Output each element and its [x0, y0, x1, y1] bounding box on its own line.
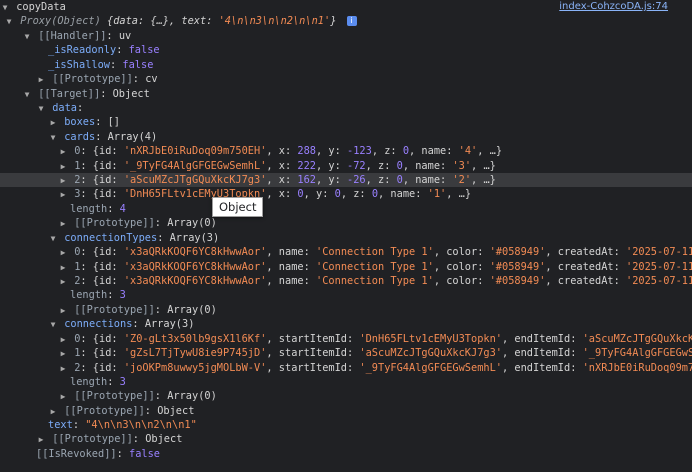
collapse-arrow-icon[interactable]: ▼	[48, 131, 58, 144]
readonly-row: _isReadonly: false	[48, 44, 160, 56]
connection-entry[interactable]: ▶ 0: {id: 'Z0-gLt3x50lb9gsX1l6Kf', start…	[0, 332, 692, 346]
collapse-arrow-icon[interactable]: ▼	[36, 102, 46, 115]
card-entry-highlighted[interactable]: ▶ 2: {id: 'aScuMZcJTgGQuXkcKJ7g3', x: 16…	[0, 173, 692, 188]
cards-value: Array(4)	[107, 131, 158, 143]
console-panel: ▼ copyData index-CohzcoDA.js:74 ▼ Proxy(…	[0, 0, 692, 472]
expand-arrow-icon[interactable]: ▶	[58, 347, 68, 360]
text-row: text: "4\n\n3\n\n2\n\n1"	[48, 419, 197, 431]
proxy-summary-end: }	[330, 15, 337, 27]
prototype-key: [[Prototype]]	[52, 73, 133, 85]
collapse-arrow-icon[interactable]: ▼	[0, 1, 10, 14]
handler-prototype-row[interactable]: ▶ [[Prototype]]: cv	[0, 72, 692, 86]
target-value: Object	[112, 88, 150, 100]
connections-length-row: length: 3	[70, 376, 126, 388]
boxes-row[interactable]: ▶ boxes: []	[0, 115, 692, 129]
expand-arrow-icon[interactable]: ▶	[58, 333, 68, 346]
connection-entry[interactable]: ▶ 1: {id: 'gZsL7TjTywU8ie9P745jD', start…	[0, 346, 692, 360]
prototype-value: cv	[145, 73, 158, 85]
expand-arrow-icon[interactable]: ▶	[36, 433, 46, 446]
handler-row[interactable]: ▼ [[Handler]]: uv	[0, 29, 692, 43]
cards-row[interactable]: ▼ cards: Array(4)	[0, 130, 692, 144]
boxes-key: boxes	[64, 116, 96, 128]
readonly-value: false	[128, 44, 160, 56]
data-row[interactable]: ▼ data:	[0, 101, 692, 115]
proxy-type: Proxy(Object)	[20, 15, 107, 27]
collapse-arrow-icon[interactable]: ▼	[48, 318, 58, 331]
cards-prototype-row[interactable]: ▶ [[Prototype]]: Array(0)	[0, 216, 692, 230]
target-row[interactable]: ▼ [[Target]]: Object	[0, 87, 692, 101]
expand-arrow-icon[interactable]: ▶	[48, 405, 58, 418]
collapse-arrow-icon[interactable]: ▼	[48, 232, 58, 245]
cards-length-row: length: 4	[70, 203, 126, 215]
expand-arrow-icon[interactable]: ▶	[58, 160, 68, 173]
expand-arrow-icon[interactable]: ▶	[48, 116, 58, 129]
readonly-key: _isReadonly	[48, 44, 117, 56]
expand-arrow-icon[interactable]: ▶	[58, 304, 68, 317]
connection-types-row[interactable]: ▼ connectionTypes: Array(3)	[0, 231, 692, 245]
expand-arrow-icon[interactable]: ▶	[58, 145, 68, 158]
shallow-key: _isShallow	[48, 59, 110, 71]
log-label: copyData	[16, 1, 66, 13]
boxes-value: []	[107, 116, 121, 128]
collapse-arrow-icon[interactable]: ▼	[22, 30, 32, 43]
expand-arrow-icon[interactable]: ▶	[36, 73, 46, 86]
card-entry[interactable]: ▶ 0: {id: 'nXRJbE0iRuDoq09m750EH', x: 28…	[0, 144, 692, 158]
source-link[interactable]: index-CohzcoDA.js:74	[559, 0, 668, 14]
connection-types-prototype-row[interactable]: ▶ [[Prototype]]: Array(0)	[0, 303, 692, 317]
handler-key: [[Handler]]	[38, 30, 107, 42]
data-key: data	[52, 102, 78, 114]
expand-arrow-icon[interactable]: ▶	[58, 362, 68, 375]
data-prototype-row[interactable]: ▶ [[Prototype]]: Object	[0, 404, 692, 418]
shallow-row: _isShallow: false	[48, 59, 154, 71]
collapse-arrow-icon[interactable]: ▼	[22, 88, 32, 101]
expand-arrow-icon[interactable]: ▶	[58, 275, 68, 288]
proxy-summary: {data: {…}, text:	[107, 15, 219, 27]
card-entry[interactable]: ▶ 3: {id: 'DnH65FLtv1cEMyU3Topkn', x: 0,…	[0, 187, 692, 201]
connection-type-entry[interactable]: ▶ 2: {id: 'x3aQRkKOQF6YC8kHwwAor', name:…	[0, 274, 692, 288]
handler-value: uv	[118, 30, 132, 42]
info-icon[interactable]: i	[346, 16, 357, 26]
connections-prototype-row[interactable]: ▶ [[Prototype]]: Array(0)	[0, 389, 692, 403]
expand-arrow-icon[interactable]: ▶	[58, 188, 68, 201]
proxy-summary-text: '4\n\n3\n\n2\n\n1'	[218, 15, 331, 27]
connection-entry[interactable]: ▶ 2: {id: 'joOKPm8uwwy5jgMOLbW-V', start…	[0, 361, 692, 375]
expand-arrow-icon[interactable]: ▶	[58, 246, 68, 259]
is-revoked-row: [[IsRevoked]]: false	[36, 448, 160, 460]
connections-row[interactable]: ▼ connections: Array(3)	[0, 317, 692, 331]
expand-arrow-icon[interactable]: ▶	[58, 174, 68, 187]
proxy-summary-row[interactable]: ▼ Proxy(Object) {data: {…}, text: '4\n\n…	[0, 14, 692, 28]
expand-arrow-icon[interactable]: ▶	[58, 261, 68, 274]
connection-type-entry[interactable]: ▶ 0: {id: 'x3aQRkKOQF6YC8kHwwAor', name:…	[0, 245, 692, 259]
expand-arrow-icon[interactable]: ▶	[58, 217, 68, 230]
connection-types-length-row: length: 3	[70, 289, 126, 301]
cards-key: cards	[64, 131, 96, 143]
target-prototype-row[interactable]: ▶ [[Prototype]]: Object	[0, 432, 692, 446]
expand-arrow-icon[interactable]: ▶	[58, 390, 68, 403]
card-entry[interactable]: ▶ 1: {id: '_9TyFG4AlgGFGEGwSemhL', x: 22…	[0, 159, 692, 173]
connection-type-entry[interactable]: ▶ 1: {id: 'x3aQRkKOQF6YC8kHwwAor', name:…	[0, 260, 692, 274]
collapse-arrow-icon[interactable]: ▼	[4, 15, 14, 28]
hover-tooltip: Object	[212, 197, 264, 217]
target-key: [[Target]]	[38, 88, 101, 100]
shallow-value: false	[122, 59, 154, 71]
